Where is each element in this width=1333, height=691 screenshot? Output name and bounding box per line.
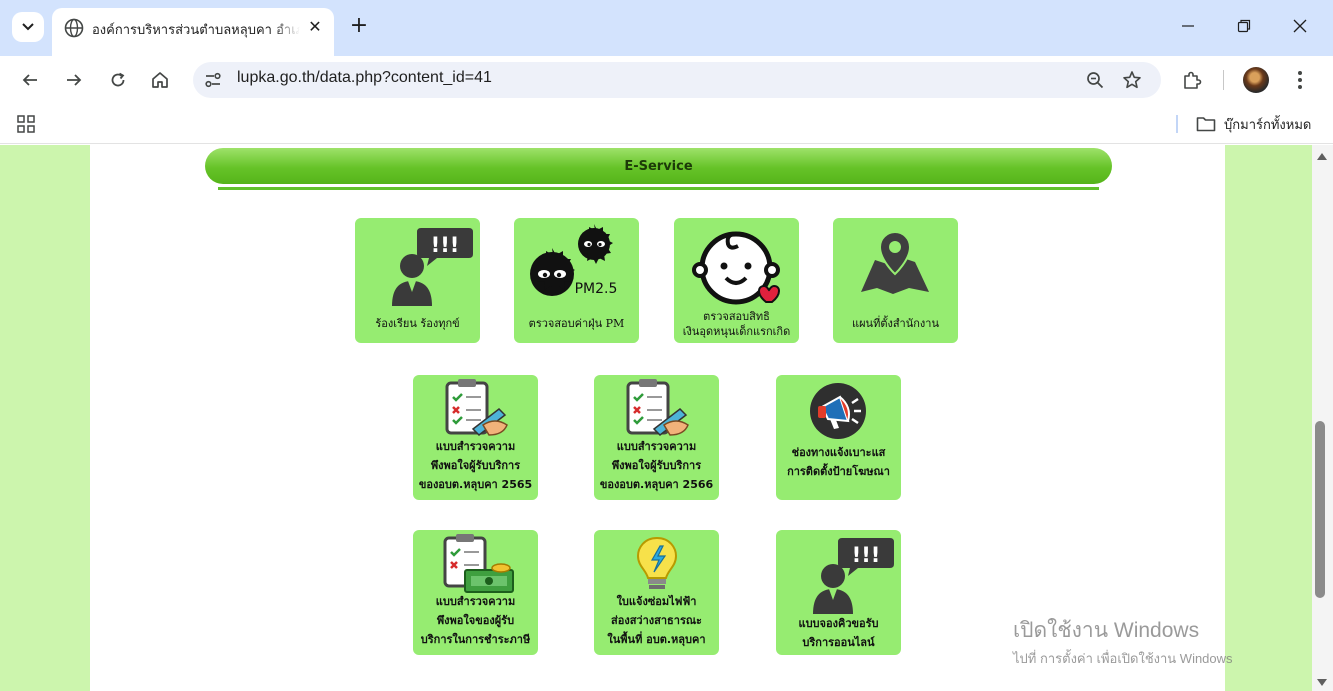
reload-icon <box>111 72 125 87</box>
bookmarks-bar: บุ๊กมาร์กทั้งหมด <box>0 104 1333 144</box>
home-button[interactable] <box>144 64 176 96</box>
baby-face-icon <box>692 231 780 305</box>
active-tab[interactable]: องค์การบริหารส่วนตำบลหลุบคา อำเภ ✕ <box>52 8 334 56</box>
extensions-button[interactable] <box>1176 64 1208 96</box>
left-side-panel <box>0 145 90 691</box>
tab-strip: องค์การบริหารส่วนตำบลหลุบคา อำเภ ✕ + <box>0 0 1333 56</box>
service-label: แผนที่ตั้งสำนักงาน <box>852 317 939 330</box>
tax-survey-icon <box>443 534 514 593</box>
service-label: ร้องเรียน ร้องทุกข์ <box>375 317 460 330</box>
site-info-button[interactable] <box>201 68 225 92</box>
service-tile-survey-2565[interactable]: แบบสำรวจความ พึงพอใจผู้รับบริการ ของอบต.หล… <box>413 375 538 500</box>
service-tile-complaint[interactable]: !!! ร้องเรียน ร้องทุกข์ <box>355 218 480 343</box>
service-label: แบบจองคิวขอรับ บริการออนไลน์ <box>798 617 879 649</box>
service-tile-tax-survey[interactable]: แบบสำรวจความ พึงพอใจของผู้รับ บริการในการช… <box>413 530 538 655</box>
service-tile-newborn[interactable]: ตรวจสอบสิทธิ เงินอุดหนุนเด็กแรกเกิด <box>674 218 799 343</box>
apps-grid-icon[interactable] <box>16 114 36 134</box>
page-scrollbar[interactable] <box>1312 145 1333 691</box>
service-label: แบบสำรวจความ พึงพอใจผู้รับบริการ ของอบต.หล… <box>599 440 714 491</box>
map-pin-icon <box>861 230 929 294</box>
bookmarks-separator <box>1176 115 1178 133</box>
scroll-thumb[interactable] <box>1315 421 1325 598</box>
scroll-down-arrow-icon[interactable] <box>1317 679 1327 686</box>
close-icon <box>1293 19 1307 33</box>
eservice-banner: E-Service <box>205 148 1112 184</box>
svg-text:!!!: !!! <box>852 543 881 567</box>
toolbar-divider <box>1223 70 1224 90</box>
star-outline-icon <box>1123 71 1141 89</box>
globe-icon <box>64 18 84 38</box>
lightbulb-icon <box>636 536 678 589</box>
browser-menu-button[interactable] <box>1288 64 1312 96</box>
profile-avatar[interactable] <box>1243 67 1269 93</box>
minimize-icon <box>1182 25 1194 27</box>
browser-toolbar: lupka.go.th/data.php?content_id=41 <box>0 56 1333 104</box>
back-button[interactable] <box>14 64 46 96</box>
complaint-person-icon: !!! <box>392 228 473 306</box>
forward-button[interactable] <box>58 64 90 96</box>
chevron-down-icon <box>22 23 34 31</box>
svg-text:!!!: !!! <box>431 233 460 257</box>
pm25-icon-text: PM2.5 <box>575 281 618 297</box>
restore-button[interactable] <box>1224 10 1264 42</box>
tab-close-icon[interactable]: ✕ <box>304 16 326 38</box>
service-label: แบบสำรวจความ พึงพอใจผู้รับบริการ ของอบต.หล… <box>418 440 533 491</box>
tab-search-button[interactable] <box>12 12 44 42</box>
service-label: ใบแจ้งซ่อมไฟฟ้า ส่องสว่างสาธารณะ ในพื้นที่… <box>607 595 706 646</box>
restore-icon <box>1237 19 1251 33</box>
all-bookmarks-button[interactable]: บุ๊กมาร์กทั้งหมด <box>1196 113 1311 135</box>
arrow-left-icon <box>22 74 37 86</box>
booking-person-icon: !!! <box>813 538 894 614</box>
folder-icon <box>1196 117 1216 132</box>
tab-title: องค์การบริหารส่วนตำบลหลุบคา อำเภ <box>92 19 300 40</box>
all-bookmarks-label: บุ๊กมาร์กทั้งหมด <box>1224 117 1312 133</box>
section-divider <box>218 187 1099 190</box>
windows-activation-title: เปิดใช้งาน Windows <box>1013 619 1200 642</box>
zoom-button[interactable] <box>1083 68 1107 92</box>
service-tile-survey-2566[interactable]: แบบสำรวจความ พึงพอใจผู้รับบริการ ของอบต.หล… <box>594 375 719 500</box>
close-window-button[interactable] <box>1280 10 1320 42</box>
tune-icon <box>205 72 221 88</box>
service-label: ช่องทางแจ้งเบาะแส การติดตั้งป้ายโฆษณา <box>787 446 890 478</box>
arrow-right-icon <box>67 74 82 86</box>
new-tab-button[interactable]: + <box>346 14 372 40</box>
home-icon <box>152 72 168 88</box>
service-label: ตรวจสอบสิทธิ เงินอุดหนุนเด็กแรกเกิด <box>682 310 791 338</box>
megaphone-icon <box>810 383 866 439</box>
service-label: แบบสำรวจความ พึงพอใจของผู้รับ บริการในการช… <box>420 595 531 646</box>
service-tile-streetlight-repair[interactable]: ใบแจ้งซ่อมไฟฟ้า ส่องสว่างสาธารณะ ในพื้นที่… <box>594 530 719 655</box>
service-tile-pm25[interactable]: PM2.5 ตรวจสอบค่าฝุ่น PM <box>514 218 639 343</box>
survey-clipboard-icon <box>445 379 508 436</box>
puzzle-icon <box>1184 71 1202 89</box>
windows-activation-subtitle: ไปที่ การตั้งค่า เพื่อเปิดใช้งาน Windows <box>1013 651 1233 666</box>
service-tile-online-booking[interactable]: !!! แบบจองคิวขอรับ บริการออนไลน์ <box>776 530 901 655</box>
service-tile-ad-report[interactable]: ช่องทางแจ้งเบาะแส การติดตั้งป้ายโฆษณา <box>776 375 901 500</box>
url-text: lupka.go.th/data.php?content_id=41 <box>237 69 492 86</box>
pm25-dust-icon: PM2.5 <box>530 224 618 297</box>
scroll-up-arrow-icon[interactable] <box>1317 153 1327 160</box>
right-side-panel <box>1225 145 1312 691</box>
minimize-button[interactable] <box>1168 10 1208 42</box>
service-tile-office-map[interactable]: แผนที่ตั้งสำนักงาน <box>833 218 958 343</box>
address-bar[interactable]: lupka.go.th/data.php?content_id=41 <box>193 62 1161 98</box>
page-viewport: E-Service !!! ร้องเรียน ร้องทุกข์ PM2.5 <box>0 145 1312 691</box>
zoom-out-icon <box>1087 72 1104 89</box>
survey-clipboard-icon <box>626 379 689 436</box>
bookmark-star-button[interactable] <box>1120 68 1144 92</box>
service-label: ตรวจสอบค่าฝุ่น PM <box>528 317 625 330</box>
reload-button[interactable] <box>102 64 134 96</box>
section-title: E-Service <box>624 158 693 174</box>
